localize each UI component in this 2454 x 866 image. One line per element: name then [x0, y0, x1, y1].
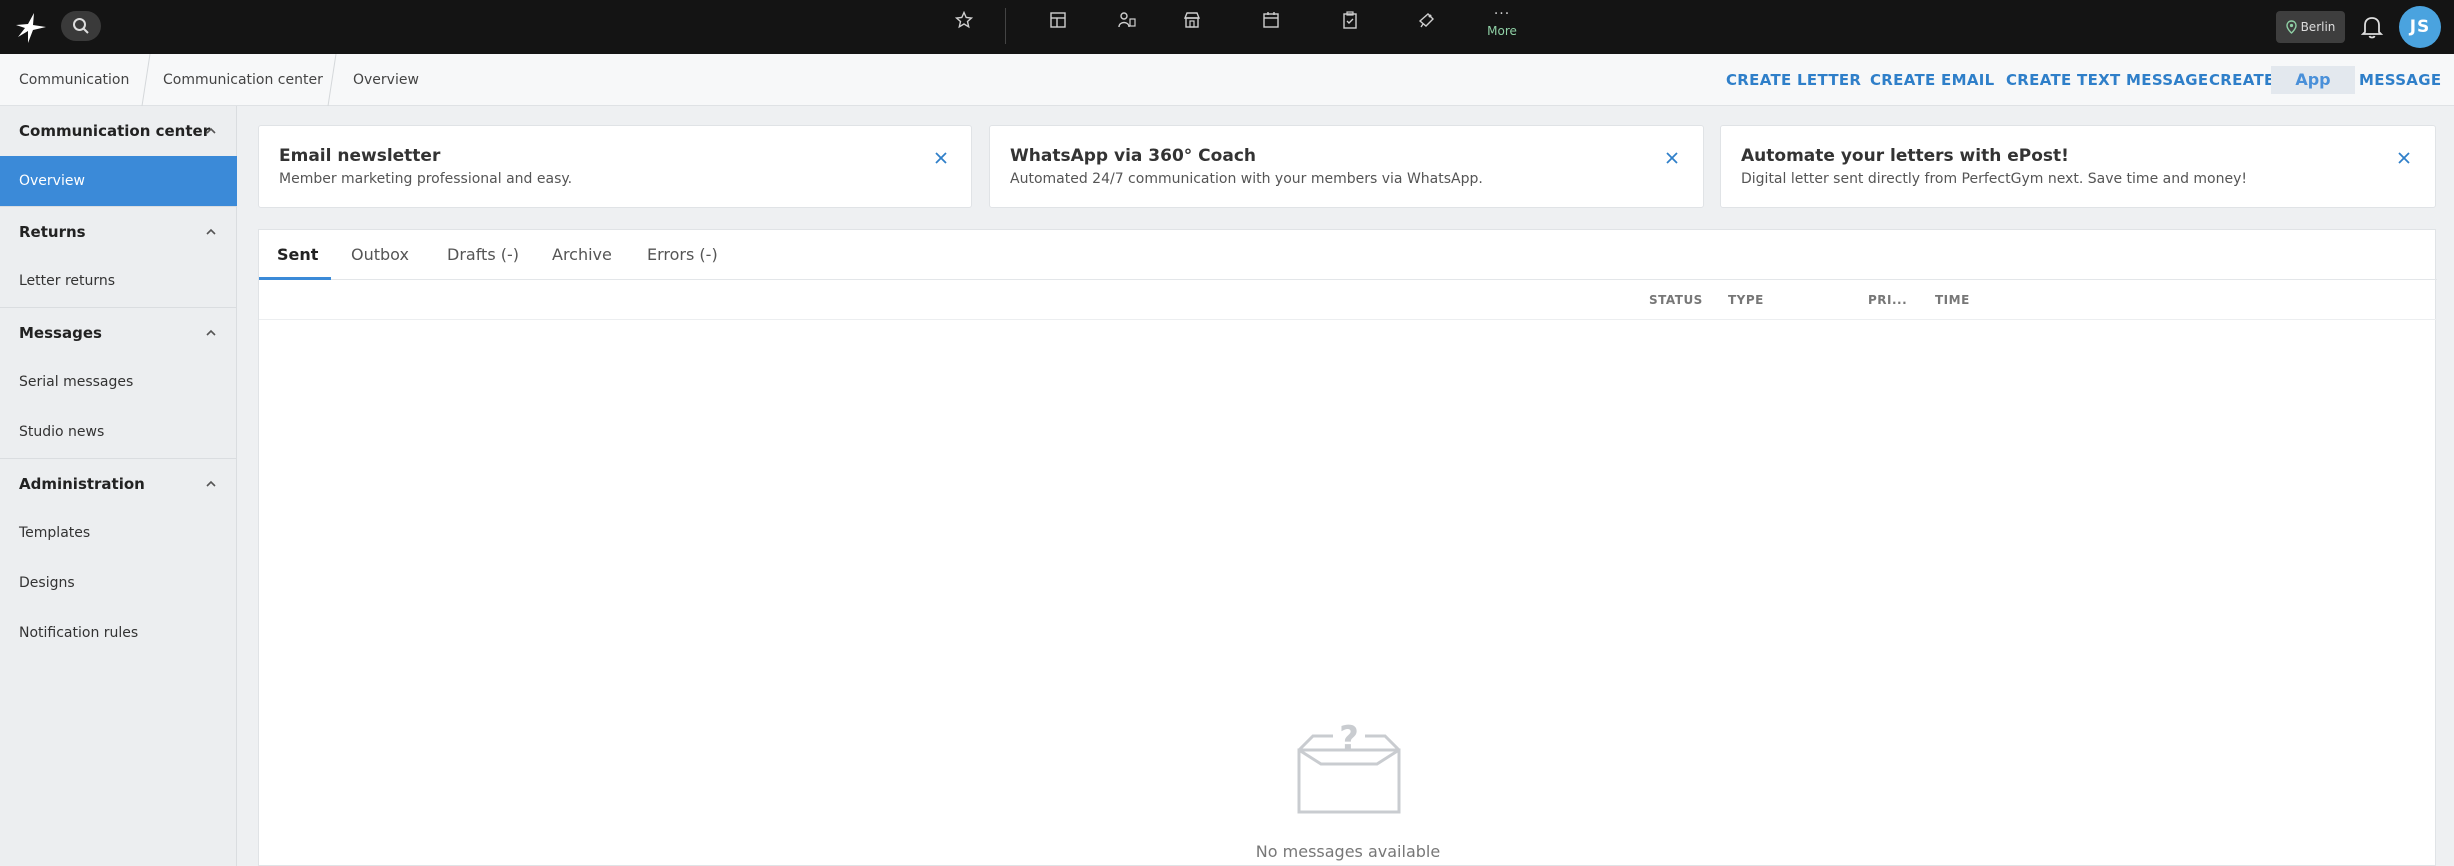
chevron-up-icon	[206, 228, 216, 235]
card-title: Email newsletter	[279, 146, 441, 166]
message-tabs: Sent Outbox Drafts (-) Archive Errors (-…	[259, 230, 2437, 280]
sidebar-group-label: Administration	[19, 475, 145, 493]
sidebar: Communication center Overview Returns Le…	[0, 106, 237, 866]
sidebar-item-designs[interactable]: Designs	[0, 558, 237, 608]
close-icon[interactable]	[2395, 149, 2413, 167]
tab-errors[interactable]: Errors (-)	[647, 230, 718, 280]
chevron-up-icon	[206, 480, 216, 487]
close-icon[interactable]	[932, 149, 950, 167]
card-text: Member marketing professional and easy.	[279, 171, 573, 187]
location-pin-icon	[2285, 20, 2297, 34]
sidebar-group-returns[interactable]: Returns	[0, 206, 237, 256]
tab-archive[interactable]: Archive	[552, 230, 612, 280]
more-dots-icon: ···	[1493, 6, 1511, 22]
card-title: Automate your letters with ePost!	[1741, 146, 2069, 166]
breadcrumb-separator	[141, 54, 151, 106]
sidebar-group-messages[interactable]: Messages	[0, 307, 237, 357]
column-status[interactable]: STATUS	[1649, 280, 1703, 320]
column-type[interactable]: TYPE	[1728, 280, 1764, 320]
sidebar-item-overview[interactable]: Overview	[0, 156, 237, 206]
clipboard-check-icon[interactable]	[1338, 8, 1362, 32]
tab-sent[interactable]: Sent	[277, 230, 318, 280]
chevron-up-icon	[206, 329, 216, 336]
tab-outbox[interactable]: Outbox	[351, 230, 409, 280]
top-navigation-bar: ··· More Berlin JS	[0, 0, 2454, 54]
card-title: WhatsApp via 360° Coach	[1010, 146, 1256, 166]
sidebar-group-communication-center[interactable]: Communication center	[0, 106, 237, 156]
tab-drafts[interactable]: Drafts (-)	[447, 230, 519, 280]
empty-state-text: No messages available	[1255, 842, 1441, 861]
dashboard-icon[interactable]	[1046, 8, 1070, 32]
nav-separator	[1005, 8, 1006, 44]
create-letter-button[interactable]: CREATE LETTER	[1726, 54, 1861, 106]
star-icon[interactable]	[952, 8, 976, 32]
create-app-message-button[interactable]: CREATE	[2209, 54, 2275, 106]
sidebar-item-serial-messages[interactable]: Serial messages	[0, 357, 237, 407]
search-icon	[73, 18, 89, 34]
members-icon[interactable]	[1115, 8, 1139, 32]
promo-card-epost[interactable]: Automate your letters with ePost! Digita…	[1720, 125, 2436, 208]
user-avatar[interactable]: JS	[2399, 6, 2441, 48]
location-label: Berlin	[2300, 20, 2336, 34]
breadcrumb-communication[interactable]: Communication	[19, 54, 129, 106]
promo-card-whatsapp[interactable]: WhatsApp via 360° Coach Automated 24/7 c…	[989, 125, 1704, 208]
create-email-button[interactable]: CREATE EMAIL	[1870, 54, 1994, 106]
column-priority[interactable]: PRI...	[1868, 280, 1907, 320]
location-selector[interactable]: Berlin	[2276, 11, 2345, 43]
marketing-icon[interactable]	[1415, 8, 1439, 32]
breadcrumb-bar: Communication Communication center Overv…	[0, 54, 2454, 106]
sidebar-group-label: Communication center	[19, 122, 211, 140]
close-icon[interactable]	[1663, 149, 1681, 167]
app-label[interactable]: App	[2271, 66, 2355, 94]
breadcrumb-overview: Overview	[353, 72, 419, 88]
column-time[interactable]: TIME	[1935, 280, 1970, 320]
breadcrumb-separator	[327, 54, 337, 106]
chevron-up-icon	[206, 127, 216, 134]
brand-logo-icon[interactable]	[12, 9, 50, 47]
table-header: STATUS TYPE PRI... TIME	[259, 280, 2437, 320]
question-box-icon: ?	[1297, 719, 1401, 814]
card-text: Automated 24/7 communication with your m…	[1010, 171, 1483, 187]
sidebar-group-label: Messages	[19, 324, 102, 342]
breadcrumb-communication-center[interactable]: Communication center	[163, 54, 323, 106]
sidebar-item-templates[interactable]: Templates	[0, 508, 237, 558]
messages-panel: Sent Outbox Drafts (-) Archive Errors (-…	[258, 229, 2437, 866]
svg-text:?: ?	[1339, 719, 1359, 759]
sidebar-group-label: Returns	[19, 223, 86, 241]
more-label: More	[1487, 24, 1517, 38]
message-button[interactable]: MESSAGE	[2359, 54, 2441, 106]
notifications-bell-icon[interactable]	[2360, 14, 2384, 40]
more-menu-button[interactable]: ··· More	[1486, 6, 1518, 38]
card-text: Digital letter sent directly from Perfec…	[1741, 171, 2248, 187]
sidebar-item-notification-rules[interactable]: Notification rules	[0, 608, 237, 658]
promo-card-email-newsletter[interactable]: Email newsletter Member marketing profes…	[258, 125, 972, 208]
sidebar-item-letter-returns[interactable]: Letter returns	[0, 256, 237, 306]
create-text-message-button[interactable]: CREATE TEXT MESSAGE	[2006, 54, 2208, 106]
sidebar-group-administration[interactable]: Administration	[0, 458, 237, 508]
calendar-icon[interactable]	[1259, 8, 1283, 32]
sidebar-item-studio-news[interactable]: Studio news	[0, 407, 237, 457]
store-icon[interactable]	[1180, 8, 1204, 32]
search-button[interactable]	[61, 11, 101, 41]
